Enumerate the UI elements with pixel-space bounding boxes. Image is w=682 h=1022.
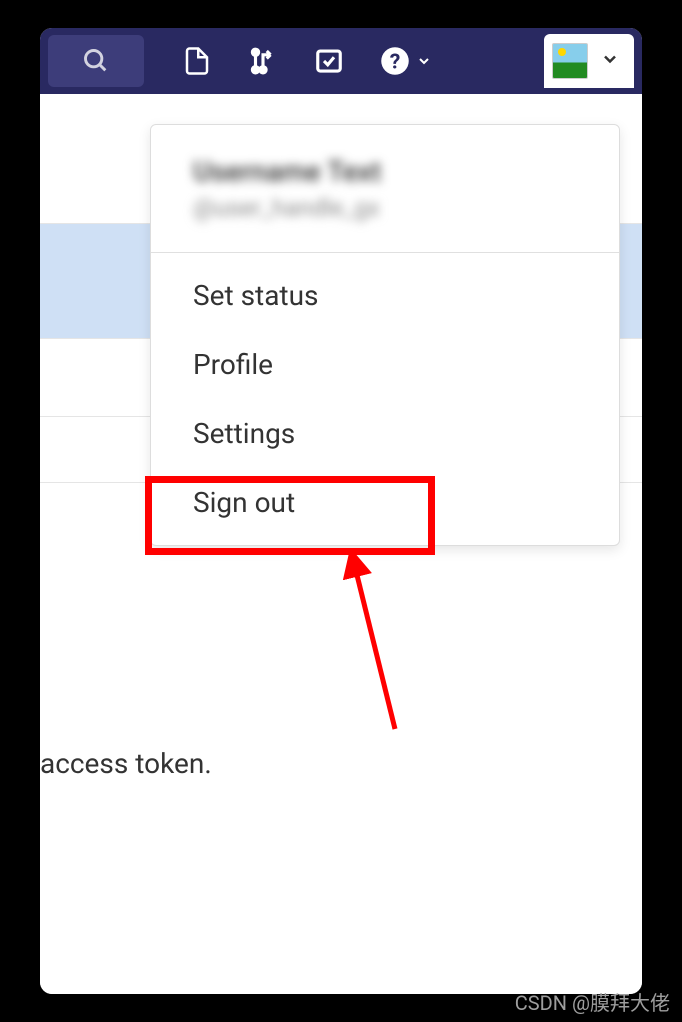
search-icon	[82, 47, 110, 75]
menu-item-profile[interactable]: Profile	[151, 330, 619, 399]
help-icon: ?	[380, 46, 410, 76]
user-info-section: Username Text @user_handle_gx	[151, 125, 619, 253]
todo-icon[interactable]	[314, 46, 344, 76]
avatar-image	[552, 43, 588, 79]
menu-item-settings[interactable]: Settings	[151, 399, 619, 468]
help-dropdown[interactable]: ?	[380, 46, 432, 76]
user-display-name: Username Text	[193, 155, 577, 188]
app-window: ?	[40, 28, 642, 994]
chevron-down-icon	[416, 53, 432, 69]
page-body-text: access token.	[40, 747, 212, 780]
search-button[interactable]	[48, 35, 144, 87]
file-icon[interactable]	[182, 46, 212, 76]
svg-text:?: ?	[390, 50, 401, 75]
content-area: Username Text @user_handle_gx Set status…	[40, 94, 642, 994]
top-navbar: ?	[40, 28, 642, 94]
annotation-arrow	[330, 549, 410, 739]
menu-item-set-status[interactable]: Set status	[151, 261, 619, 330]
user-dropdown-menu: Username Text @user_handle_gx Set status…	[150, 124, 620, 546]
watermark-text: CSDN @膜拜大佬	[515, 987, 670, 1016]
nav-icons-group: ?	[182, 46, 432, 76]
menu-items: Set status Profile Settings Sign out	[151, 253, 619, 545]
user-handle: @user_handle_gx	[193, 194, 577, 222]
user-avatar-dropdown[interactable]	[544, 34, 634, 88]
menu-item-sign-out[interactable]: Sign out	[151, 468, 619, 537]
merge-request-icon[interactable]	[248, 46, 278, 76]
chevron-down-icon	[600, 49, 620, 73]
